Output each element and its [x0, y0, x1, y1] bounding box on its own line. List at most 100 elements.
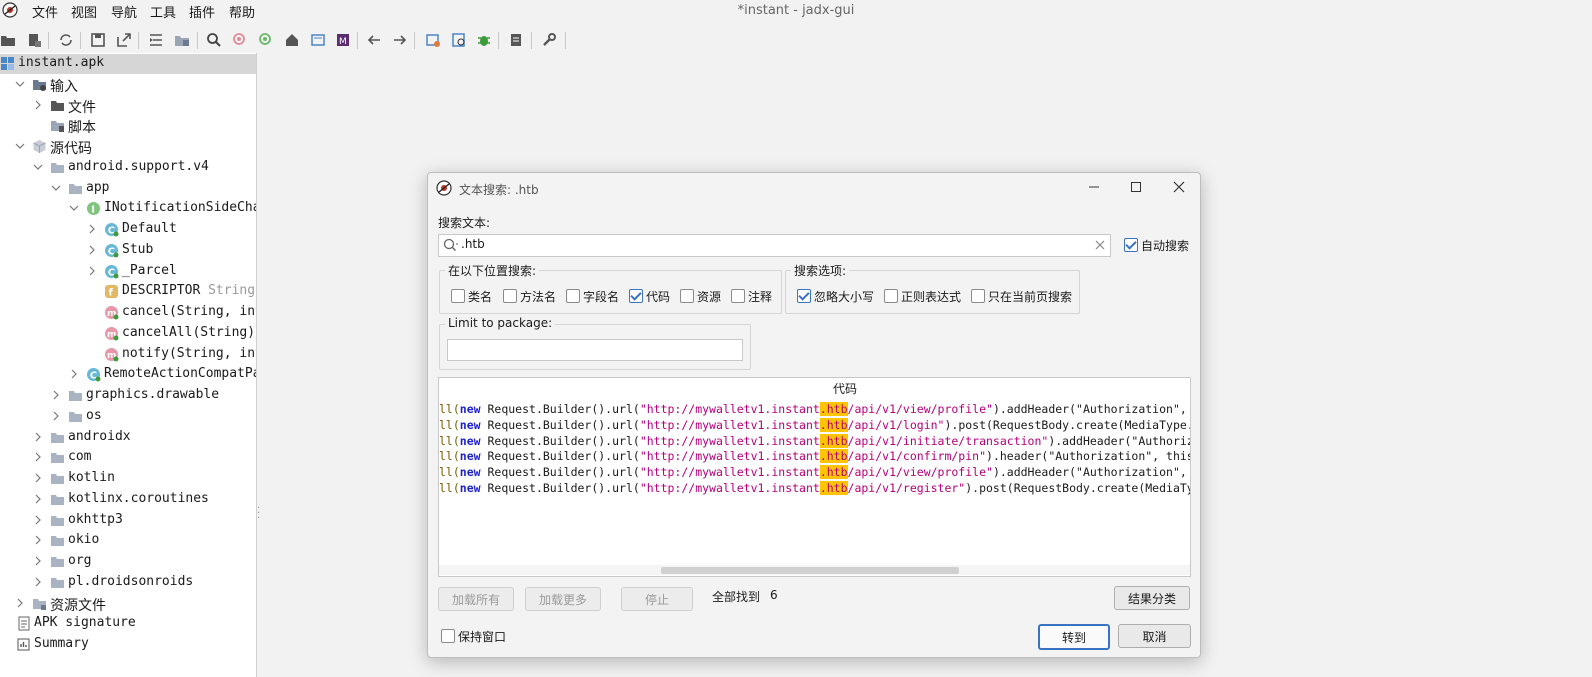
chevron-right-icon[interactable] — [33, 555, 43, 567]
regex-checkbox[interactable] — [884, 289, 898, 303]
script-folder-icon — [51, 121, 64, 133]
chevron-right-icon[interactable] — [33, 514, 43, 526]
chevron-right-icon[interactable] — [87, 244, 97, 256]
tree-item-label: Stub — [122, 241, 154, 257]
result-row[interactable]: ll(new Request.Builder().url("http://myw… — [439, 433, 1190, 450]
tree-item[interactable]: instant.apk — [0, 54, 256, 74]
search-icon[interactable] — [204, 30, 224, 50]
quick-search-icon[interactable] — [449, 30, 469, 50]
limit-package-input[interactable] — [447, 339, 743, 361]
cancel-button[interactable]: 取消 — [1118, 624, 1191, 648]
auto-search-checkbox[interactable] — [1124, 238, 1138, 252]
results-table[interactable]: 代码 ll(new Request.Builder().url("http://… — [438, 377, 1191, 577]
result-url: "http://mywalletv1.instant — [639, 433, 820, 448]
find-usage-icon[interactable] — [230, 30, 250, 50]
keep-window-label: 保持窗口 — [458, 630, 507, 644]
chevron-down-icon[interactable] — [15, 140, 25, 152]
chevron-down-icon[interactable] — [69, 202, 79, 214]
result-row[interactable]: ll(new Request.Builder().url("http://myw… — [439, 417, 1190, 434]
chevron-right-icon[interactable] — [87, 223, 97, 235]
open-file-icon[interactable] — [0, 30, 18, 50]
tree-item-label: _Parcel — [122, 262, 177, 278]
code-checkbox[interactable] — [629, 289, 643, 303]
tree-item-label: org — [68, 553, 92, 568]
class-name-checkbox[interactable] — [451, 289, 465, 303]
back-icon[interactable] — [364, 30, 384, 50]
folder-icon — [51, 100, 64, 111]
result-row[interactable]: ll(new Request.Builder().url("http://myw… — [439, 449, 1190, 465]
maximize-icon[interactable] — [1128, 179, 1144, 195]
chevron-right-icon[interactable] — [33, 534, 43, 546]
load-more-button[interactable]: 加载更多 — [525, 587, 601, 611]
search-input[interactable]: .htb — [438, 234, 1111, 257]
log-viewer-icon[interactable] — [308, 30, 328, 50]
flatten-packages-icon[interactable] — [146, 30, 166, 50]
group-results-button[interactable]: 结果分类 — [1114, 586, 1190, 610]
chevron-right-icon[interactable] — [33, 451, 43, 463]
horizontal-scrollbar[interactable] — [439, 565, 1190, 575]
method-name-label: 方法名 — [520, 290, 557, 304]
chevron-right-icon[interactable] — [33, 576, 43, 588]
found-label: 全部找到 — [712, 590, 761, 604]
chevron-right-icon[interactable] — [33, 493, 43, 505]
method-name-checkbox[interactable] — [503, 289, 517, 303]
debug-icon[interactable] — [474, 30, 494, 50]
tree-item-label: 输入 — [50, 78, 78, 95]
load-all-button[interactable]: 加载所有 — [438, 587, 514, 611]
deobfuscation-icon[interactable] — [423, 30, 443, 50]
chevron-right-icon[interactable] — [69, 368, 79, 380]
minimize-icon[interactable] — [1086, 179, 1102, 195]
comment-checkbox[interactable] — [731, 289, 745, 303]
chevron-right-icon[interactable] — [33, 431, 43, 443]
field-name-checkbox[interactable] — [566, 289, 580, 303]
result-tail: ).addHeader("Authorization", a — [992, 465, 1191, 480]
decompile-all-icon[interactable]: M — [333, 30, 353, 50]
split-grip-icon[interactable]: · · · — [257, 504, 261, 524]
method-icon: m — [105, 326, 119, 341]
result-match: .htb — [819, 402, 848, 416]
close-icon[interactable] — [1171, 179, 1187, 195]
clear-icon[interactable] — [1095, 240, 1105, 250]
code-label: 代码 — [646, 290, 671, 304]
class-name-label: 类名 — [468, 290, 493, 304]
chevron-right-icon[interactable] — [87, 265, 97, 277]
result-prefix: ll( — [439, 465, 460, 480]
forward-icon[interactable] — [390, 30, 410, 50]
scrollbar-thumb[interactable] — [661, 567, 959, 574]
save-icon[interactable] — [88, 30, 108, 50]
chevron-right-icon[interactable] — [33, 99, 43, 111]
export-icon[interactable] — [114, 30, 134, 50]
window-title: *instant - jadx-gui — [737, 3, 855, 18]
package-icon[interactable] — [172, 30, 192, 50]
add-files-icon[interactable] — [24, 30, 44, 50]
result-row[interactable]: ll(new Request.Builder().url("http://myw… — [439, 465, 1191, 481]
ignore-case-checkbox[interactable] — [797, 289, 811, 303]
keep-window-checkbox[interactable] — [441, 629, 455, 643]
tree-item-label: com — [68, 449, 92, 465]
chevron-right-icon[interactable] — [51, 389, 61, 401]
resource-checkbox[interactable] — [680, 289, 694, 303]
settings-icon[interactable] — [539, 30, 559, 50]
chevron-down-icon[interactable] — [33, 161, 43, 173]
project-tree[interactable]: instant.apk 输入 文件 脚本 源代码 android.support.v4 ap… — [0, 53, 256, 677]
chevron-right-icon[interactable] — [33, 472, 43, 484]
split-divider[interactable] — [256, 53, 257, 677]
result-match: .htb — [819, 481, 848, 495]
chevron-right-icon[interactable] — [15, 597, 25, 609]
ignore-case-label: 忽略大小写 — [814, 290, 875, 304]
chevron-down-icon[interactable] — [51, 182, 61, 194]
sync-icon[interactable] — [56, 30, 76, 50]
script-icon[interactable] — [506, 30, 526, 50]
home-icon[interactable] — [282, 30, 302, 50]
package-folder-icon — [69, 391, 82, 401]
tree-item-label: RemoteActionCompatParcelizer — [104, 366, 256, 382]
stop-button[interactable]: 停止 — [621, 587, 693, 611]
chevron-right-icon[interactable] — [51, 410, 61, 422]
result-row[interactable]: ll(new Request.Builder().url("http://myw… — [439, 481, 1190, 497]
current-page-checkbox[interactable] — [971, 289, 985, 303]
find-usage-alt-icon[interactable] — [256, 30, 276, 50]
chevron-down-icon[interactable] — [15, 78, 25, 90]
results-header-code[interactable]: 代码 — [439, 378, 1190, 398]
goto-button[interactable]: 转到 — [1038, 624, 1110, 650]
result-row[interactable]: ll(new Request.Builder().url("http://myw… — [439, 402, 1187, 418]
